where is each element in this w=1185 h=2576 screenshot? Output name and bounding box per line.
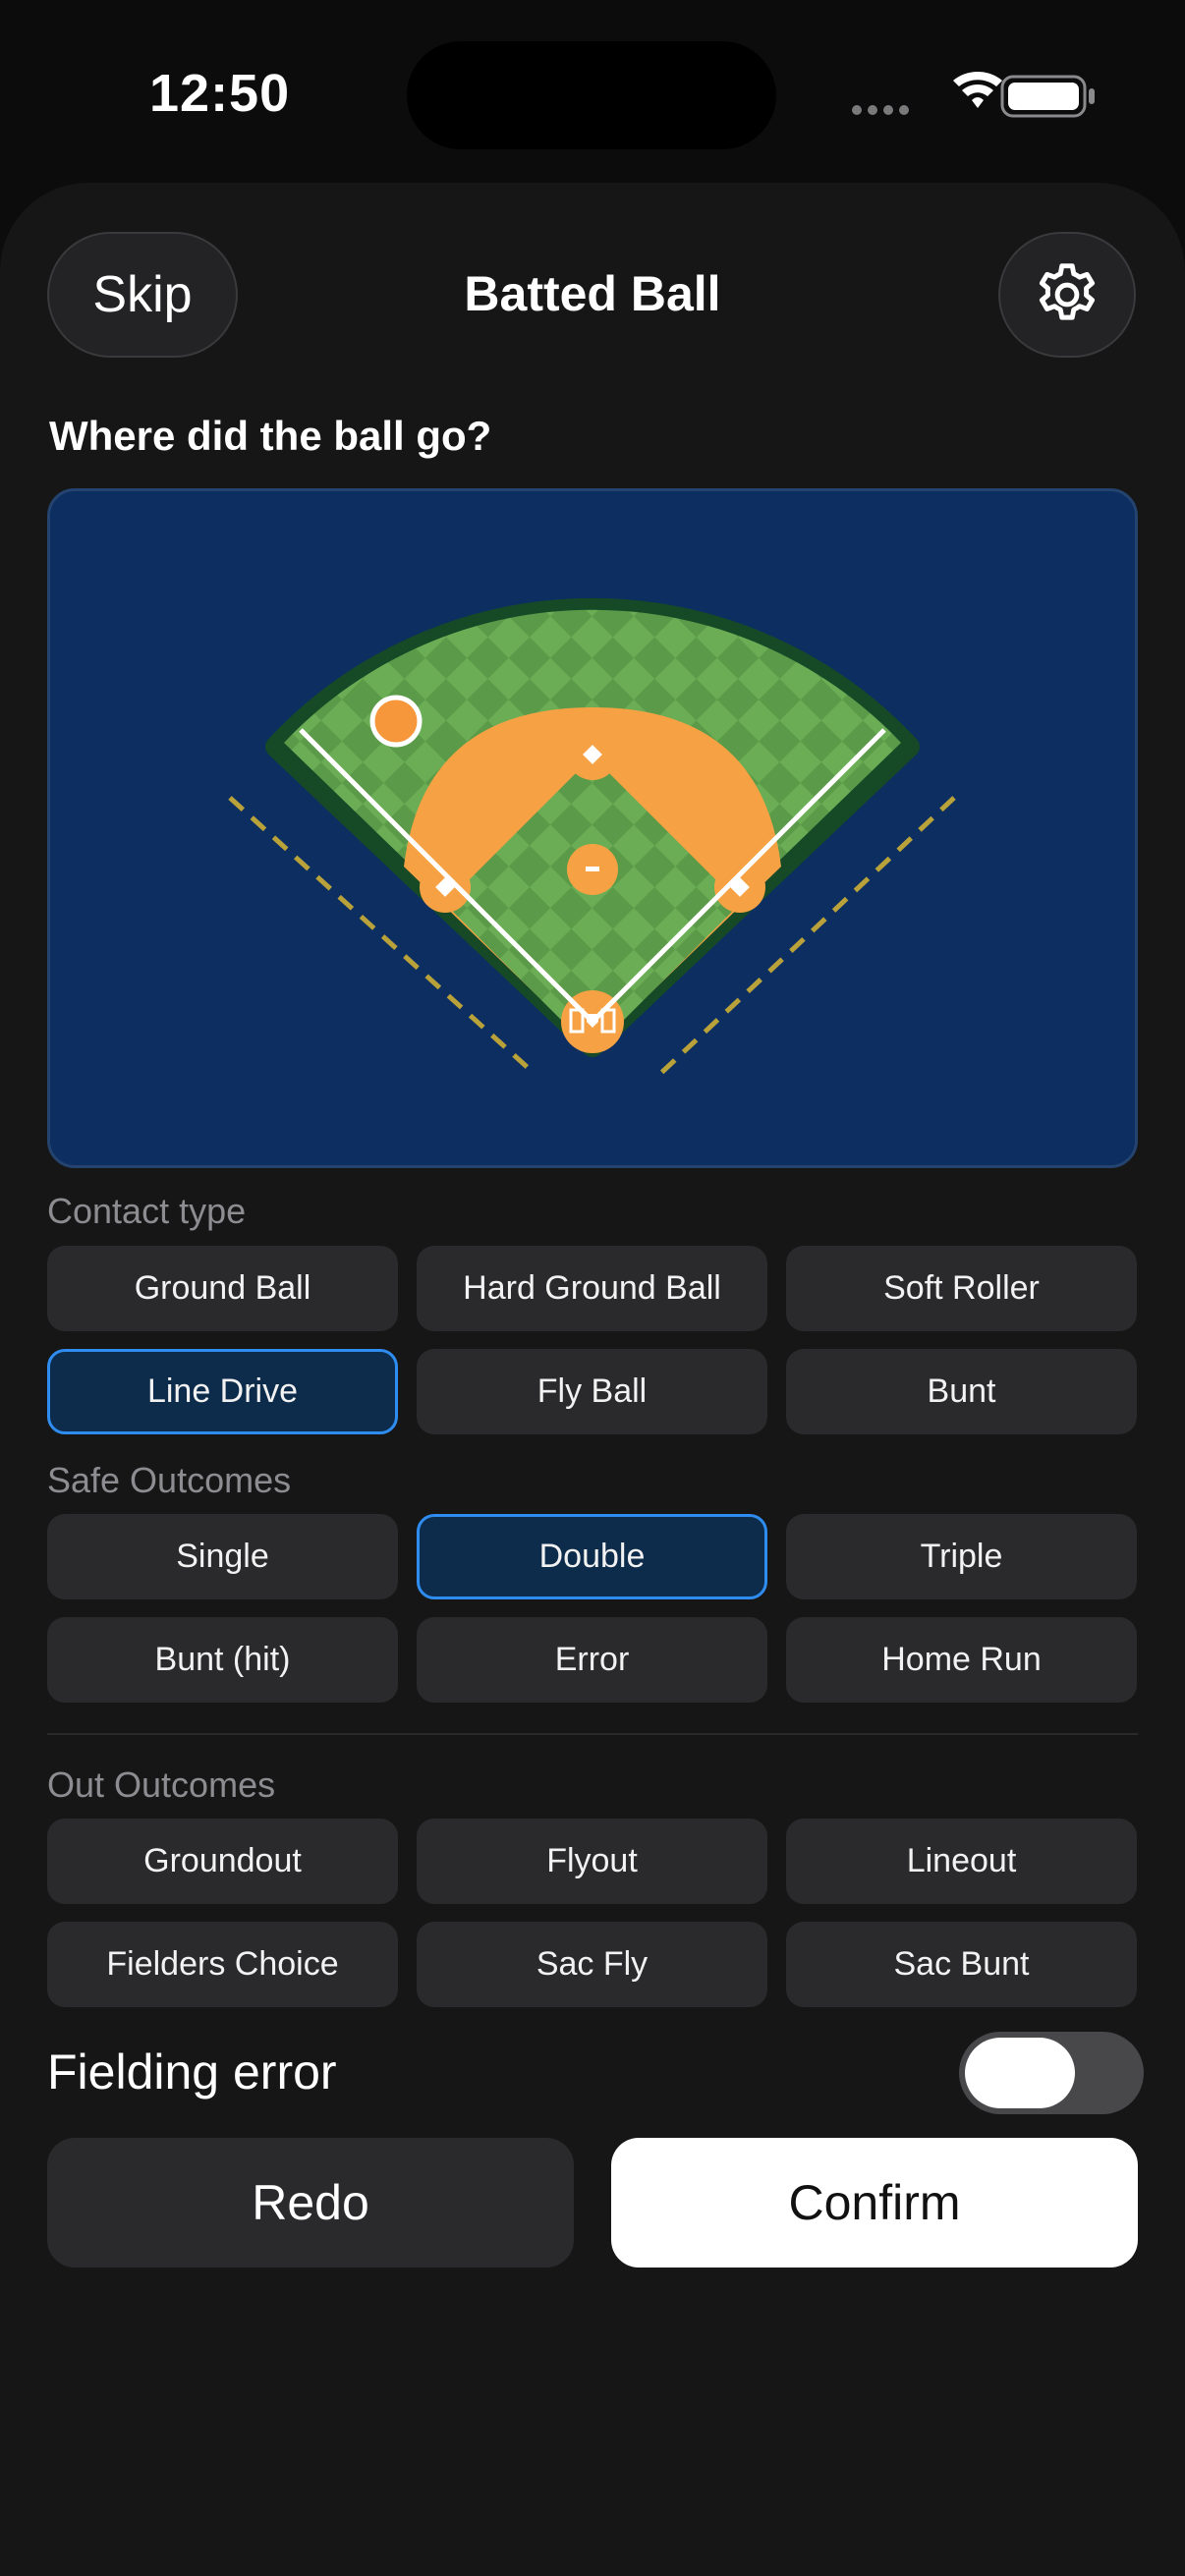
baseball-field[interactable] xyxy=(50,491,1135,1165)
question-heading: Where did the ball go? xyxy=(49,413,492,459)
contact-hard-ground-ball-button[interactable]: Hard Ground Ball xyxy=(417,1246,767,1331)
contact-type-label: Contact type xyxy=(47,1191,247,1231)
outcome-home-run-button[interactable]: Home Run xyxy=(786,1617,1137,1703)
contact-type-grid: Ground Ball Hard Ground Ball Soft Roller… xyxy=(47,1246,1138,1434)
field-diagram[interactable] xyxy=(47,488,1138,1168)
fielding-error-toggle[interactable] xyxy=(959,2032,1144,2114)
out-outcomes-grid: Groundout Flyout Lineout Fielders Choice… xyxy=(47,1819,1138,2007)
contact-line-drive-button[interactable]: Line Drive xyxy=(47,1349,398,1434)
outcome-lineout-button[interactable]: Lineout xyxy=(786,1819,1137,1904)
contact-ground-ball-button[interactable]: Ground Ball xyxy=(47,1246,398,1331)
outcome-sac-fly-button[interactable]: Sac Fly xyxy=(417,1922,767,2007)
contact-bunt-button[interactable]: Bunt xyxy=(786,1349,1137,1434)
outcome-groundout-button[interactable]: Groundout xyxy=(47,1819,398,1904)
contact-fly-ball-button[interactable]: Fly Ball xyxy=(417,1349,767,1434)
dynamic-island xyxy=(407,41,776,149)
safe-outcomes-grid: Single Double Triple Bunt (hit) Error Ho… xyxy=(47,1514,1138,1703)
settings-button[interactable] xyxy=(998,232,1136,358)
outcome-double-button[interactable]: Double xyxy=(417,1514,767,1599)
section-divider xyxy=(47,1733,1138,1735)
pitching-rubber xyxy=(586,867,599,871)
outcome-sac-bunt-button[interactable]: Sac Bunt xyxy=(786,1922,1137,2007)
safe-outcomes-label: Safe Outcomes xyxy=(47,1460,292,1500)
toggle-knob xyxy=(965,2038,1075,2108)
fielding-error-label: Fielding error xyxy=(47,2044,337,2100)
confirm-button[interactable]: Confirm xyxy=(611,2138,1138,2268)
out-outcomes-label: Out Outcomes xyxy=(47,1764,276,1805)
status-time: 12:50 xyxy=(149,64,291,123)
wifi-icon xyxy=(953,72,1002,108)
status-icons xyxy=(852,72,1095,118)
signal-dots-icon xyxy=(852,105,909,115)
outcome-triple-button[interactable]: Triple xyxy=(786,1514,1137,1599)
outcome-bunt-hit-button[interactable]: Bunt (hit) xyxy=(47,1617,398,1703)
outcome-single-button[interactable]: Single xyxy=(47,1514,398,1599)
ball-location-marker xyxy=(369,695,423,748)
contact-soft-roller-button[interactable]: Soft Roller xyxy=(786,1246,1137,1331)
outcome-flyout-button[interactable]: Flyout xyxy=(417,1819,767,1904)
status-bar: 12:50 xyxy=(0,0,1185,187)
gear-icon xyxy=(1039,263,1096,320)
outcome-error-button[interactable]: Error xyxy=(417,1617,767,1703)
outcome-fielders-choice-button[interactable]: Fielders Choice xyxy=(47,1922,398,2007)
battery-icon xyxy=(1000,75,1095,118)
redo-button[interactable]: Redo xyxy=(47,2138,574,2268)
